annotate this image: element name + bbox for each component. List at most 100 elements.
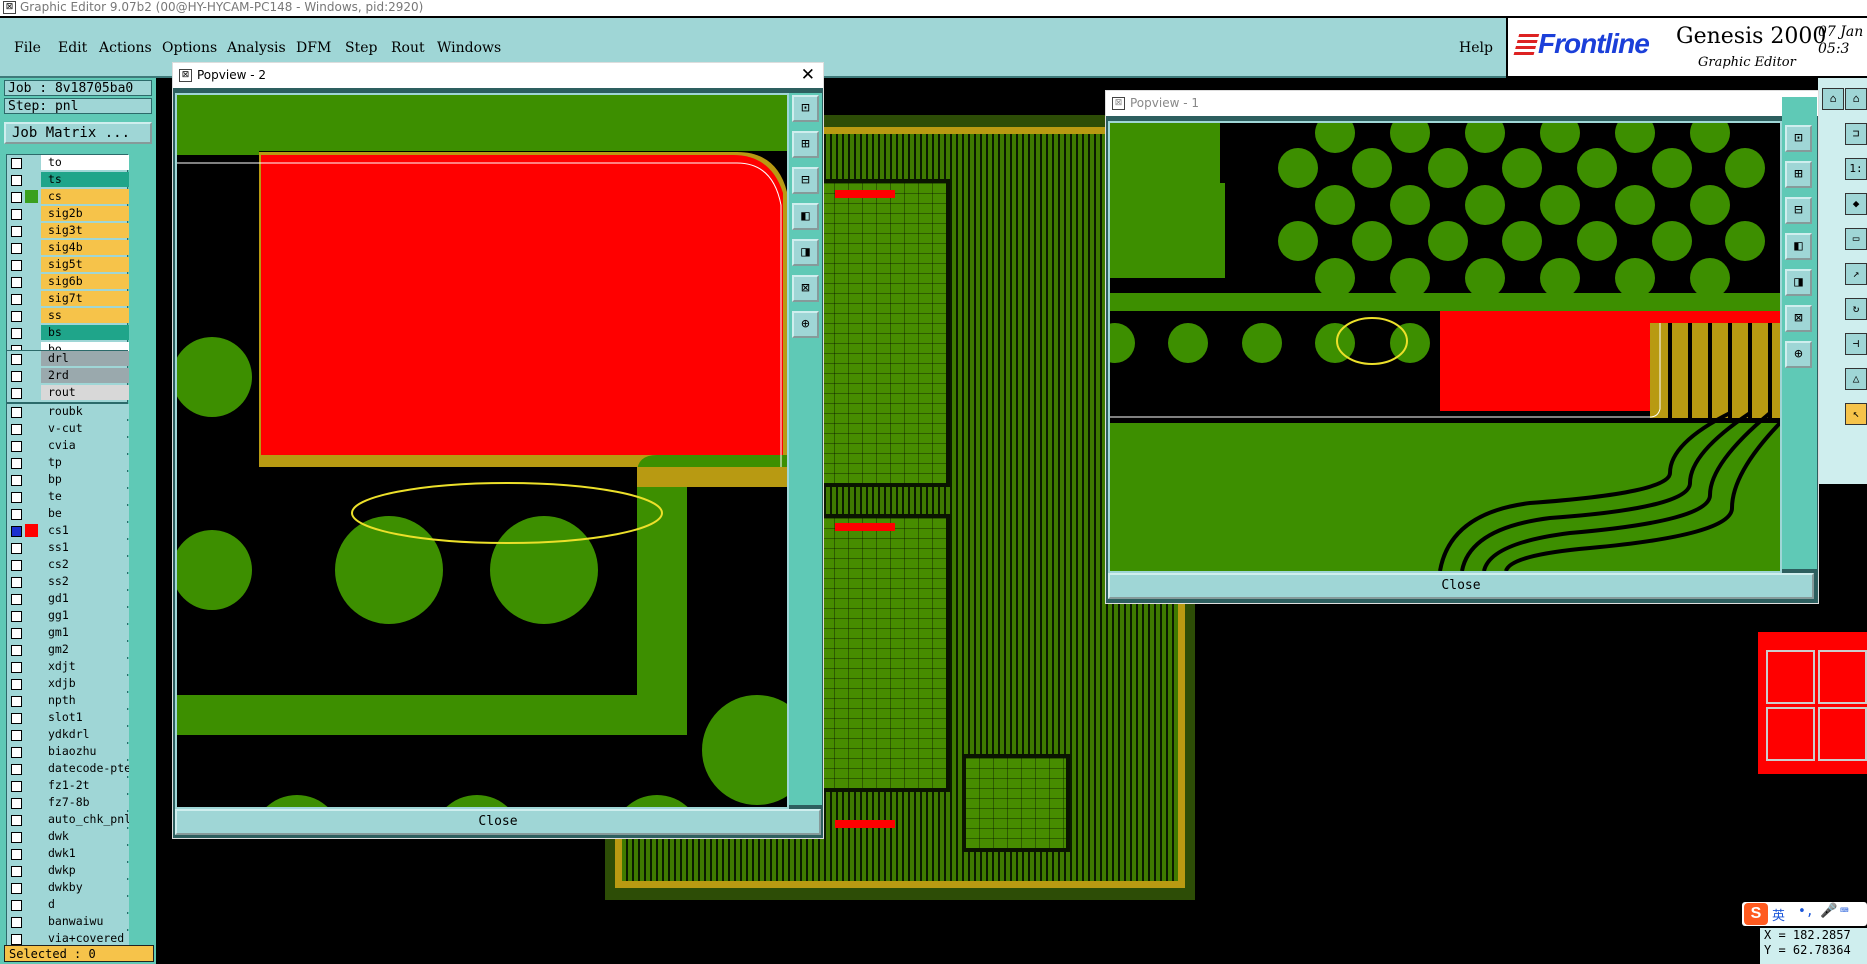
layer-row[interactable]: te — [7, 489, 129, 506]
layer-checkbox[interactable] — [11, 866, 22, 877]
layer-checkbox[interactable] — [11, 781, 22, 792]
layer-checkbox[interactable] — [11, 388, 22, 399]
layer-color-swatch[interactable] — [25, 524, 38, 537]
layer-name[interactable]: auto_chk_pnl — [41, 812, 129, 827]
menu-edit[interactable]: Edit — [58, 40, 87, 56]
layer-color-swatch[interactable] — [25, 626, 38, 639]
layer-checkbox[interactable] — [11, 277, 22, 288]
layer-row[interactable]: sig5t — [7, 257, 129, 274]
pan-right-icon[interactable]: ◨ — [792, 239, 819, 266]
layer-name[interactable]: dwk1 — [41, 846, 129, 861]
layer-row[interactable]: fz1-2t — [7, 778, 129, 795]
layer-checkbox[interactable] — [11, 543, 22, 554]
layer-color-swatch[interactable] — [25, 779, 38, 792]
layer-name[interactable]: cvia — [41, 438, 129, 453]
layer-row[interactable]: gm1 — [7, 625, 129, 642]
ime-toolbar[interactable]: S 英 •, 🎤 ⌨ — [1742, 902, 1867, 926]
layer-color-swatch[interactable] — [25, 660, 38, 673]
tool-net-icon[interactable]: ◆ — [1845, 193, 1867, 215]
layer-name[interactable]: cs1 — [41, 523, 129, 538]
tool-rotate-icon[interactable]: ↻ — [1845, 298, 1867, 320]
layer-color-swatch[interactable] — [25, 309, 38, 322]
layer-row[interactable]: ydkdrl — [7, 727, 129, 744]
layer-name[interactable]: 2rd — [41, 368, 129, 383]
layer-name[interactable]: ydkdrl — [41, 727, 129, 742]
layer-color-swatch[interactable] — [25, 439, 38, 452]
layer-row[interactable]: dwkby — [7, 880, 129, 897]
layer-row[interactable]: gd1 — [7, 591, 129, 608]
layer-row[interactable]: ts — [7, 172, 129, 189]
layer-checkbox[interactable] — [11, 815, 22, 826]
layer-row[interactable]: bp — [7, 472, 129, 489]
layer-name[interactable]: sig4b — [41, 240, 129, 255]
layer-color-swatch[interactable] — [25, 830, 38, 843]
menu-rout[interactable]: Rout — [391, 40, 425, 56]
layer-name[interactable]: sig2b — [41, 206, 129, 221]
layer-checkbox[interactable] — [11, 628, 22, 639]
layer-name[interactable]: npth — [41, 693, 129, 708]
layer-name[interactable]: fz7-8b — [41, 795, 129, 810]
close-icon[interactable]: ✕ — [801, 63, 815, 88]
layer-checkbox[interactable] — [11, 441, 22, 452]
layer-checkbox[interactable] — [11, 311, 22, 322]
layer-row[interactable]: tp — [7, 455, 129, 472]
layer-color-swatch[interactable] — [25, 609, 38, 622]
layer-name[interactable]: gg1 — [41, 608, 129, 623]
layer-row[interactable]: auto_chk_pnl — [7, 812, 129, 829]
layer-name[interactable]: tp — [41, 455, 129, 470]
layer-color-swatch[interactable] — [25, 694, 38, 707]
layer-row[interactable]: dwk — [7, 829, 129, 846]
tool-pointer-icon[interactable]: ↖ — [1845, 403, 1867, 425]
layer-color-swatch[interactable] — [25, 292, 38, 305]
layer-checkbox[interactable] — [11, 560, 22, 571]
layer-name[interactable]: rout — [41, 385, 129, 400]
layer-color-swatch[interactable] — [25, 728, 38, 741]
layer-row[interactable]: npth — [7, 693, 129, 710]
layer-row[interactable]: biaozhu — [7, 744, 129, 761]
layer-checkbox[interactable] — [11, 917, 22, 928]
layer-row[interactable]: dwk1 — [7, 846, 129, 863]
layer-color-swatch[interactable] — [25, 932, 38, 945]
layer-row[interactable]: ss — [7, 308, 129, 325]
layer-row[interactable]: to — [7, 155, 129, 172]
pan-left-icon[interactable]: ◧ — [792, 203, 819, 230]
layer-row[interactable]: xdjb — [7, 676, 129, 693]
menu-dfm[interactable]: DFM — [296, 40, 331, 56]
layer-color-swatch[interactable] — [25, 745, 38, 758]
layer-color-swatch[interactable] — [25, 326, 38, 339]
layer-name[interactable]: dwk — [41, 829, 129, 844]
layer-name[interactable]: cs — [41, 189, 129, 204]
layer-checkbox[interactable] — [11, 662, 22, 673]
layer-checkbox[interactable] — [11, 645, 22, 656]
layer-row[interactable]: cvia — [7, 438, 129, 455]
menu-help[interactable]: Help — [1459, 40, 1493, 56]
fit-icon[interactable]: ⊠ — [1785, 305, 1812, 332]
layer-checkbox[interactable] — [11, 883, 22, 894]
layer-color-swatch[interactable] — [25, 241, 38, 254]
pan-right-icon[interactable]: ◨ — [1785, 269, 1812, 296]
layer-row[interactable]: roubk — [7, 404, 129, 421]
layer-checkbox[interactable] — [11, 798, 22, 809]
popview-1-canvas[interactable] — [1108, 121, 1782, 573]
layer-checkbox[interactable] — [11, 475, 22, 486]
layer-row[interactable]: 2rd — [7, 368, 129, 385]
layer-checkbox[interactable] — [11, 934, 22, 945]
expand-icon[interactable]: ⊕ — [1785, 341, 1812, 368]
menu-options[interactable]: Options — [162, 40, 217, 56]
layer-row[interactable]: slot1 — [7, 710, 129, 727]
layer-name[interactable]: ss — [41, 308, 129, 323]
layer-color-swatch[interactable] — [25, 796, 38, 809]
layer-checkbox[interactable] — [11, 354, 22, 365]
layer-color-swatch[interactable] — [25, 207, 38, 220]
layer-color-swatch[interactable] — [25, 490, 38, 503]
layer-name[interactable]: gm2 — [41, 642, 129, 657]
tool-connect-icon[interactable]: ⊣ — [1845, 333, 1867, 355]
layer-row[interactable]: xdjt — [7, 659, 129, 676]
layer-row[interactable]: d — [7, 897, 129, 914]
layer-row[interactable]: dwkp — [7, 863, 129, 880]
layer-name[interactable]: sig3t — [41, 223, 129, 238]
layer-name[interactable]: dwkp — [41, 863, 129, 878]
layer-name[interactable]: sig6b — [41, 274, 129, 289]
layer-row[interactable]: sig4b — [7, 240, 129, 257]
tool-triangle-icon[interactable]: △ — [1845, 368, 1867, 390]
